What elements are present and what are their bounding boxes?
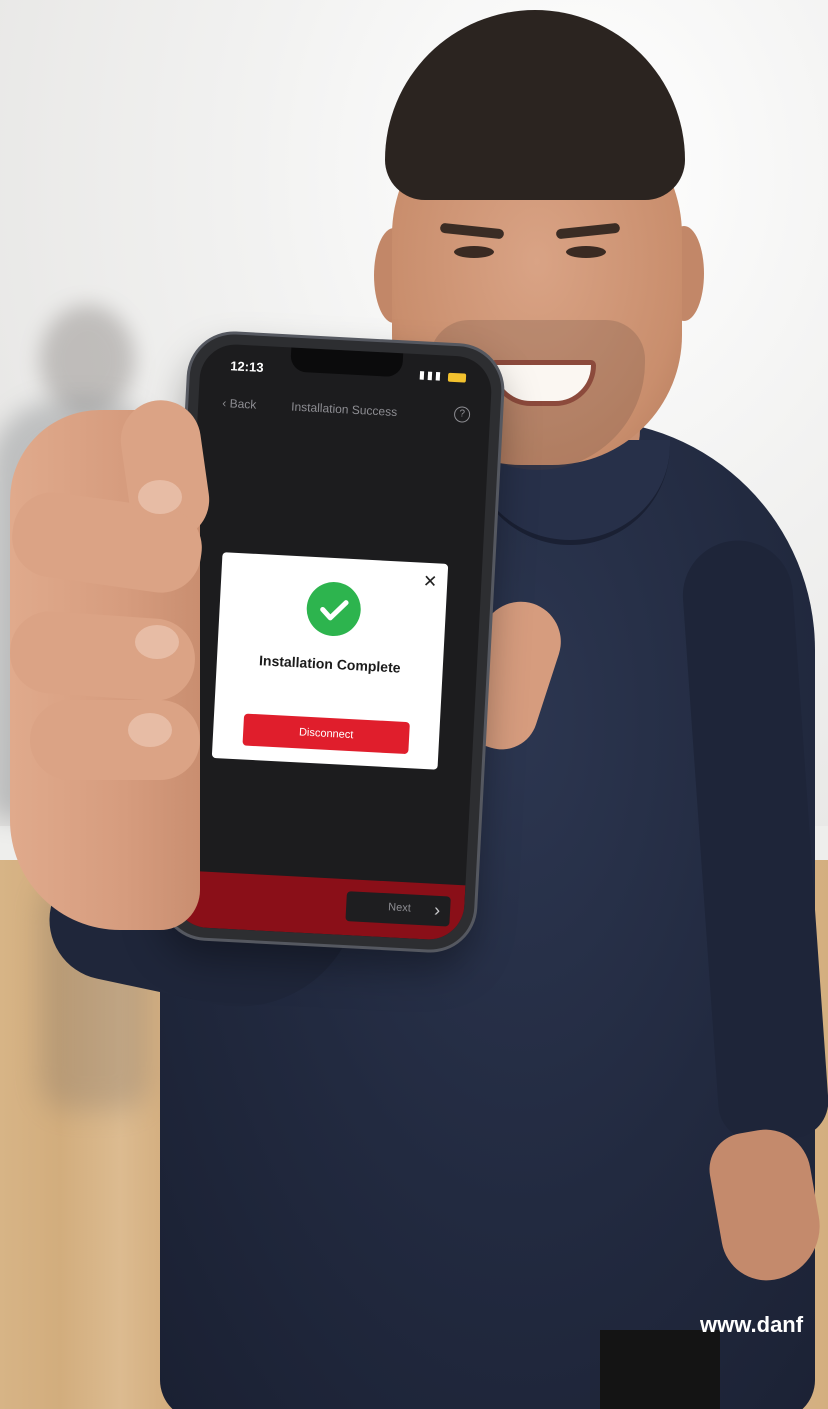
status-icons: ▮▮▮ (419, 368, 467, 383)
left-eye (454, 246, 494, 258)
website-url: www.danf (700, 1312, 804, 1337)
signal-icon: ▮▮▮ (418, 369, 444, 383)
next-label: Next (387, 901, 412, 915)
installation-complete-dialog: ✕ Installation Complete Disconnect (211, 552, 449, 770)
smartphone: 12:13 ▮▮▮ ‹ Back Installation Success ? … (160, 332, 504, 952)
phone-notch (290, 347, 404, 378)
battery-icon (447, 372, 467, 383)
fingernail (138, 480, 182, 514)
disconnect-button[interactable]: Disconnect (242, 713, 410, 755)
next-button[interactable]: Next › (345, 891, 451, 927)
fingernail (128, 713, 172, 747)
checkmark-glyph (320, 600, 349, 621)
screen-title: Installation Success (290, 399, 398, 420)
little-finger (30, 700, 200, 780)
photo-scene: 12:13 ▮▮▮ ‹ Back Installation Success ? … (0, 0, 828, 1409)
right-eye (566, 246, 606, 258)
phone-screen: 12:13 ▮▮▮ ‹ Back Installation Success ? … (170, 342, 494, 942)
chevron-right-icon: › (433, 899, 441, 921)
status-time: 12:13 (229, 358, 264, 376)
check-icon (305, 580, 363, 638)
fingernail (135, 625, 179, 659)
dialog-title: Installation Complete (258, 652, 401, 676)
blurred-background-person-head (40, 305, 135, 415)
bottom-bar: Next › (170, 870, 466, 942)
close-icon[interactable]: ✕ (423, 572, 438, 592)
